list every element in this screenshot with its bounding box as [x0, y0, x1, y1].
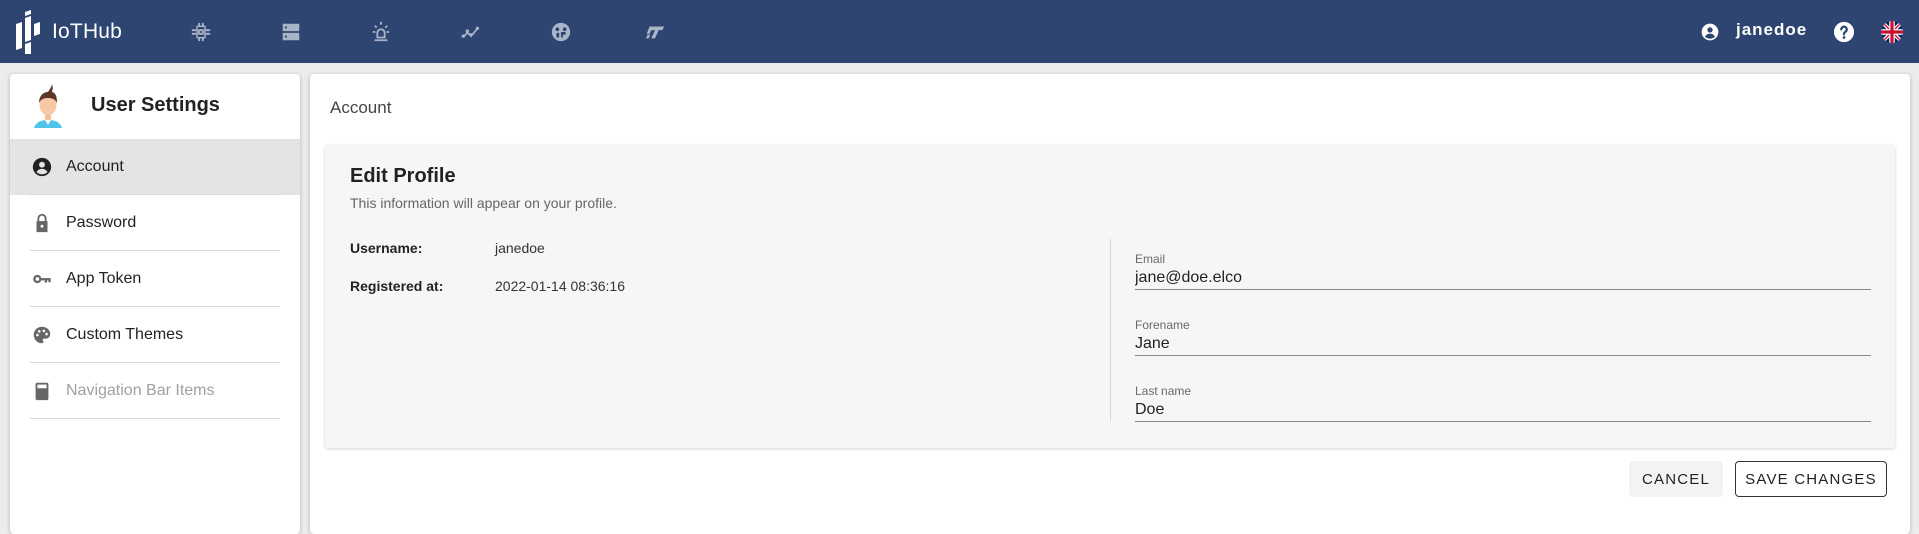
registered-at-label: Registered at:: [350, 278, 444, 294]
sidebar-item-navigation-bar-items[interactable]: Navigation Bar Items: [10, 363, 300, 419]
card-subtitle: This information will appear on your pro…: [350, 195, 617, 211]
sidebar-item-custom-themes[interactable]: Custom Themes: [10, 307, 300, 363]
storage-icon[interactable]: [279, 20, 303, 44]
sidebar-item-label: Password: [66, 214, 137, 231]
sidebar-item-label: App Token: [66, 270, 142, 287]
username-label: Username:: [350, 240, 423, 256]
device-chip-icon[interactable]: [189, 20, 213, 44]
uk-flag-icon[interactable]: [1881, 21, 1903, 43]
forename-field: Forename: [1135, 318, 1871, 368]
sidebar-item-app-token[interactable]: App Token: [10, 251, 300, 307]
edit-profile-card: Edit Profile This information will appea…: [325, 145, 1895, 448]
user-avatar: [34, 84, 62, 128]
alarm-icon[interactable]: [369, 20, 393, 44]
lock-icon: [30, 211, 54, 235]
registered-at-value: 2022-01-14 08:36:16: [495, 278, 625, 294]
email-field: Email: [1135, 252, 1871, 302]
column-divider: [1110, 239, 1111, 421]
username-value: janedoe: [495, 240, 545, 256]
sidebar-title: User Settings: [91, 94, 220, 116]
cancel-button[interactable]: CANCEL: [1629, 461, 1723, 497]
sidebar-item-label: Custom Themes: [66, 326, 184, 343]
settings-sidebar: User Settings Account Password App Token…: [10, 74, 300, 534]
last-name-label: Last name: [1135, 384, 1192, 398]
top-navigation-bar: IoTHub janedoe: [0, 0, 1919, 63]
timeline-icon[interactable]: [459, 20, 483, 44]
card-title: Edit Profile: [350, 165, 456, 187]
app-name: IoTHub: [52, 20, 123, 43]
forename-input[interactable]: [1135, 332, 1871, 356]
palette-icon: [30, 323, 54, 347]
key-icon: [30, 267, 54, 291]
forename-label: Forename: [1135, 318, 1190, 332]
last-name-input[interactable]: [1135, 398, 1871, 422]
sidebar-item-label: Navigation Bar Items: [66, 382, 215, 399]
account-circle-icon: [30, 155, 54, 179]
username-label[interactable]: janedoe: [1736, 20, 1807, 40]
calculator-icon: [30, 379, 54, 403]
iothub-logo-icon: [16, 10, 40, 54]
app-logo[interactable]: IoTHub: [14, 10, 122, 54]
help-icon[interactable]: [1833, 21, 1855, 43]
user-account-icon[interactable]: [1700, 22, 1720, 42]
email-input[interactable]: [1135, 266, 1871, 290]
divider: [30, 418, 280, 419]
dashboard-icon[interactable]: [549, 20, 573, 44]
email-label: Email: [1135, 252, 1166, 266]
account-panel: Account Edit Profile This information wi…: [310, 74, 1910, 534]
sidebar-item-password[interactable]: Password: [10, 195, 300, 251]
flow-icon[interactable]: [643, 20, 667, 44]
sidebar-item-account[interactable]: Account: [10, 139, 300, 195]
save-changes-button[interactable]: SAVE CHANGES: [1735, 461, 1887, 497]
last-name-field: Last name: [1135, 384, 1871, 434]
page-title: Account: [330, 98, 392, 117]
sidebar-item-label: Account: [66, 158, 124, 175]
